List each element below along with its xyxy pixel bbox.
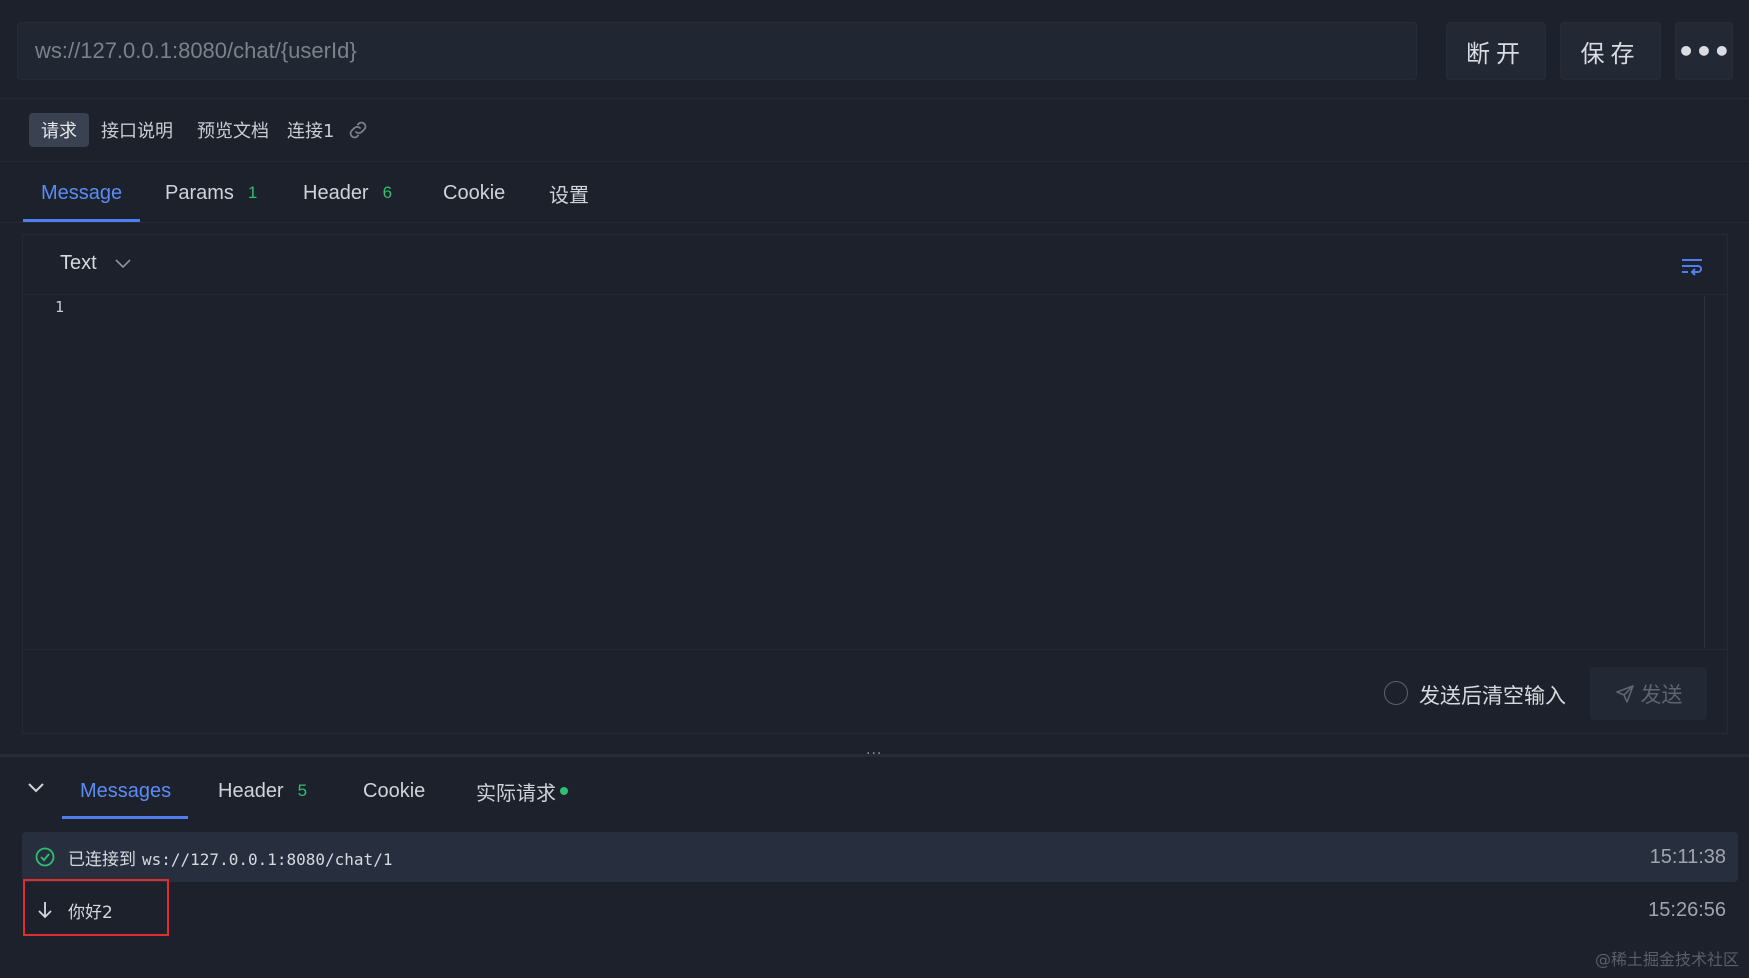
- link-icon[interactable]: [346, 118, 370, 142]
- subtab-request[interactable]: 请求: [29, 113, 89, 147]
- message-url: ws://127.0.0.1:8080/chat/1: [142, 849, 393, 869]
- tab-response-header-count: 5: [297, 781, 308, 800]
- chevron-down-icon: [115, 256, 131, 272]
- editor-footer-divider: [22, 649, 1728, 650]
- tab-actual-request-label: 实际请求: [476, 782, 556, 805]
- line-number: 1: [55, 298, 65, 316]
- save-button[interactable]: 保存: [1560, 22, 1661, 80]
- url-input[interactable]: ws://127.0.0.1:8080/chat/{userId}: [17, 22, 1417, 80]
- message-time: 15:11:38: [1649, 845, 1726, 868]
- message-time: 15:26:56: [1648, 898, 1726, 921]
- tab-response-header[interactable]: Header 5: [218, 776, 307, 806]
- tab-cookie[interactable]: Cookie: [443, 178, 505, 208]
- tab-header-count: 6: [382, 183, 393, 202]
- tab-cookie-label: Cookie: [443, 181, 506, 204]
- tab-actual-request[interactable]: 实际请求: [476, 776, 568, 806]
- tab-header[interactable]: Header 6: [303, 178, 392, 208]
- clear-after-send-label[interactable]: 发送后清空输入: [1419, 680, 1566, 710]
- tab-params-label: Params: [165, 181, 234, 204]
- format-select-value: Text: [60, 252, 97, 274]
- message-text-area[interactable]: [98, 296, 1704, 648]
- more-options-button[interactable]: •••: [1675, 22, 1733, 80]
- tab-settings[interactable]: 设置: [549, 178, 589, 208]
- message-prefix: 已连接到: [68, 849, 136, 870]
- word-wrap-icon[interactable]: [1678, 254, 1706, 278]
- tab-header-label: Header: [303, 181, 369, 204]
- subtab-preview-doc[interactable]: 预览文档: [185, 113, 281, 147]
- disconnect-button[interactable]: 断开: [1446, 22, 1546, 80]
- message-row-connected[interactable]: 已连接到 ws://127.0.0.1:8080/chat/1 15:11:38: [22, 832, 1738, 882]
- message-text: 已连接到 ws://127.0.0.1:8080/chat/1: [68, 845, 392, 870]
- tab-response-cookie[interactable]: Cookie: [363, 776, 425, 806]
- message-row-received[interactable]: 你好2 15:26:56: [22, 885, 1738, 935]
- send-button-label: 发送: [1640, 682, 1683, 707]
- request-tabs-divider: [0, 222, 1749, 223]
- tab-params[interactable]: Params 1: [165, 178, 257, 208]
- response-tab-active-indicator: [62, 816, 188, 819]
- tab-params-count: 1: [247, 183, 258, 202]
- splitter-handle[interactable]: ···: [866, 746, 882, 762]
- check-circle-icon: [35, 847, 55, 867]
- status-dot: [560, 787, 568, 795]
- tab-response-header-label: Header: [218, 779, 284, 802]
- clear-after-send-checkbox[interactable]: [1384, 681, 1408, 705]
- tab-message-label: Message: [41, 181, 123, 204]
- top-divider: [0, 98, 1749, 99]
- tab-messages[interactable]: Messages: [80, 776, 171, 806]
- send-button[interactable]: 发送: [1590, 667, 1707, 720]
- editor-scrollbar[interactable]: [1704, 296, 1705, 648]
- highlight-annotation-box: [23, 879, 169, 936]
- format-select[interactable]: Text: [60, 252, 131, 275]
- tab-message[interactable]: Message: [41, 178, 122, 208]
- subtab-api-description[interactable]: 接口说明: [89, 113, 185, 147]
- tab-settings-label: 设置: [549, 184, 589, 207]
- collapse-chevron-icon[interactable]: [26, 780, 46, 796]
- subtab-divider: [0, 161, 1749, 162]
- send-icon: [1615, 684, 1634, 703]
- tab-response-cookie-label: Cookie: [363, 779, 426, 802]
- watermark: @稀土掘金技术社区: [1594, 950, 1739, 969]
- subtab-connection[interactable]: 连接1: [275, 113, 346, 147]
- tab-messages-label: Messages: [80, 779, 172, 802]
- editor-header: [22, 234, 1728, 295]
